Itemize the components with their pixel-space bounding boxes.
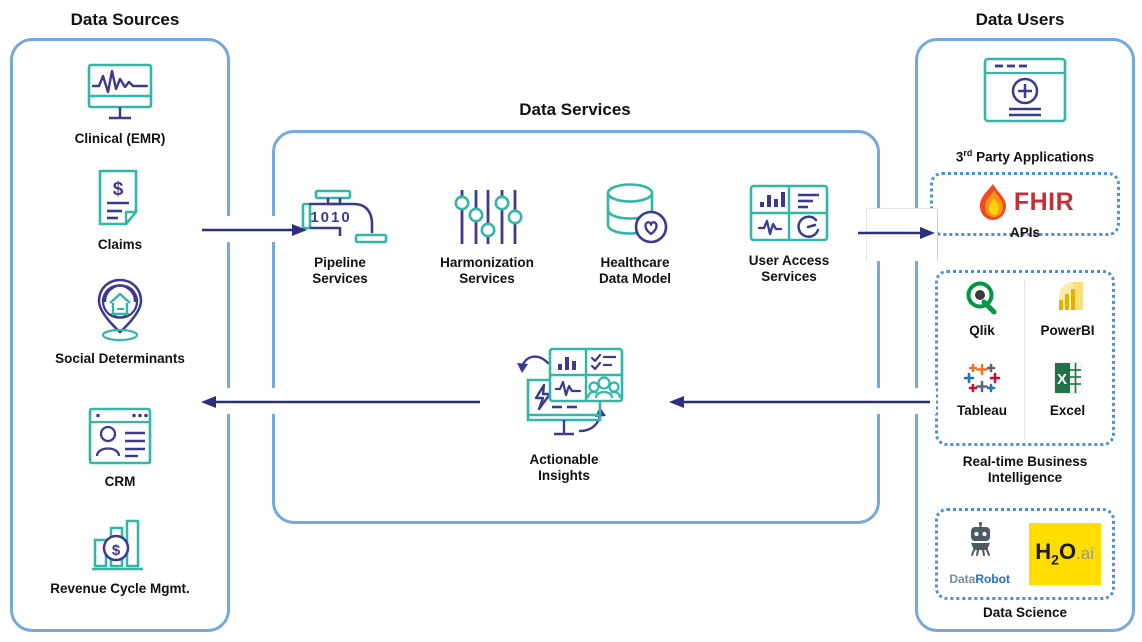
data-services-title: Data Services (519, 100, 631, 119)
logo-label: Qlik (969, 323, 995, 338)
node-label: Healthcare Data Model (598, 255, 671, 287)
logo-powerbi[interactable]: PowerBI (1025, 280, 1110, 360)
logo-h2oai[interactable]: H2O.ai (1028, 523, 1101, 585)
faucet-binary-icon: 1010 (298, 186, 388, 248)
insights-monitor-icon (500, 345, 628, 445)
node-actionable-insights[interactable]: Actionable Insights (500, 345, 628, 484)
node-clinical-emr[interactable]: Clinical (EMR) (40, 62, 200, 147)
browser-window-plus-icon (975, 55, 1075, 125)
arrow-services-to-users (858, 227, 935, 239)
dashboard-grid-icon (737, 182, 841, 246)
excel-logo-icon: X (1051, 360, 1085, 396)
apis-label: APIs (1009, 225, 1040, 240)
fhir-logo: FHIR (976, 182, 1074, 222)
bi-label: Real-time Business Intelligence (962, 454, 1088, 485)
bar-chart-dollar-icon: $ (85, 516, 155, 574)
qlik-logo-icon (964, 280, 1000, 316)
arrow-sources-to-services (202, 224, 307, 236)
home-location-pin-icon (81, 272, 159, 344)
node-crm[interactable]: CRM (50, 405, 190, 490)
h2o-ai: .ai (1076, 544, 1095, 564)
node-label: User Access Services (748, 253, 830, 285)
flame-icon (976, 182, 1010, 222)
invoice-dollar-icon: $ (92, 168, 148, 230)
logo-label: Excel (1049, 403, 1086, 418)
monitor-ecg-icon (83, 62, 157, 124)
node-claims[interactable]: $ Claims (55, 168, 185, 253)
third-party-sup: rd (963, 148, 973, 159)
svg-text:$: $ (112, 542, 121, 559)
logo-label: PowerBI (1040, 323, 1095, 338)
arrow-insights-to-sources (201, 396, 480, 408)
fhir-wordmark: FHIR (1013, 187, 1075, 216)
data-sources-title: Data Sources (70, 10, 180, 29)
node-third-party-applications[interactable]: 3rd Party Applications (935, 55, 1115, 166)
node-revenue-cycle[interactable]: $ Revenue Cycle Mgmt. (25, 516, 215, 597)
svg-text:1010: 1010 (310, 209, 351, 226)
node-label: Harmonization Services (440, 255, 534, 287)
sliders-icon (450, 186, 524, 248)
h2o-h: H (1035, 539, 1052, 565)
datarobot-logo-icon (960, 521, 1000, 556)
logo-tableau[interactable]: Tableau (940, 360, 1025, 440)
datarobot-text-data: Data (949, 572, 976, 586)
data-science-label: Data Science (982, 605, 1068, 620)
node-label: Revenue Cycle Mgmt. (50, 581, 190, 596)
node-harmonization-services[interactable]: Harmonization Services (425, 186, 549, 287)
svg-text:X: X (1056, 371, 1066, 388)
node-label: Actionable Insights (529, 452, 599, 484)
third-party-rest: Party Applications (972, 149, 1095, 165)
h2o-o: O (1058, 539, 1077, 565)
logo-label: Tableau (956, 403, 1007, 418)
node-label: CRM (104, 474, 136, 489)
h2o-sub: 2 (1051, 551, 1059, 568)
node-label: Pipeline Services (312, 255, 368, 287)
user-profile-window-icon (85, 405, 155, 467)
arrow-users-to-insights (669, 396, 930, 408)
node-label: 3rd Party Applications (956, 132, 1094, 166)
node-healthcare-data-model[interactable]: Healthcare Data Model (573, 180, 697, 287)
logo-fhir[interactable]: FHIR APIs (955, 182, 1095, 241)
node-label: Social Determinants (55, 351, 185, 366)
datarobot-text-robot: Robot (975, 572, 1010, 586)
tableau-logo-icon (963, 360, 1001, 396)
database-heart-icon (596, 180, 674, 248)
powerbi-logo-icon (1049, 280, 1087, 316)
svg-text:$: $ (113, 179, 124, 200)
node-label: Claims (97, 237, 143, 252)
logo-excel[interactable]: X Excel (1025, 360, 1110, 440)
datarobot-wordmark: DataRobot (949, 558, 1010, 587)
node-social-determinants[interactable]: Social Determinants (30, 272, 210, 367)
logo-datarobot[interactable]: DataRobot (949, 521, 1010, 587)
node-user-access-services[interactable]: User Access Services (727, 182, 851, 285)
data-users-title: Data Users (975, 10, 1065, 29)
node-label: Clinical (EMR) (74, 131, 166, 146)
logo-qlik[interactable]: Qlik (940, 280, 1025, 360)
h2oai-logo-icon: H2O.ai (1028, 523, 1101, 585)
